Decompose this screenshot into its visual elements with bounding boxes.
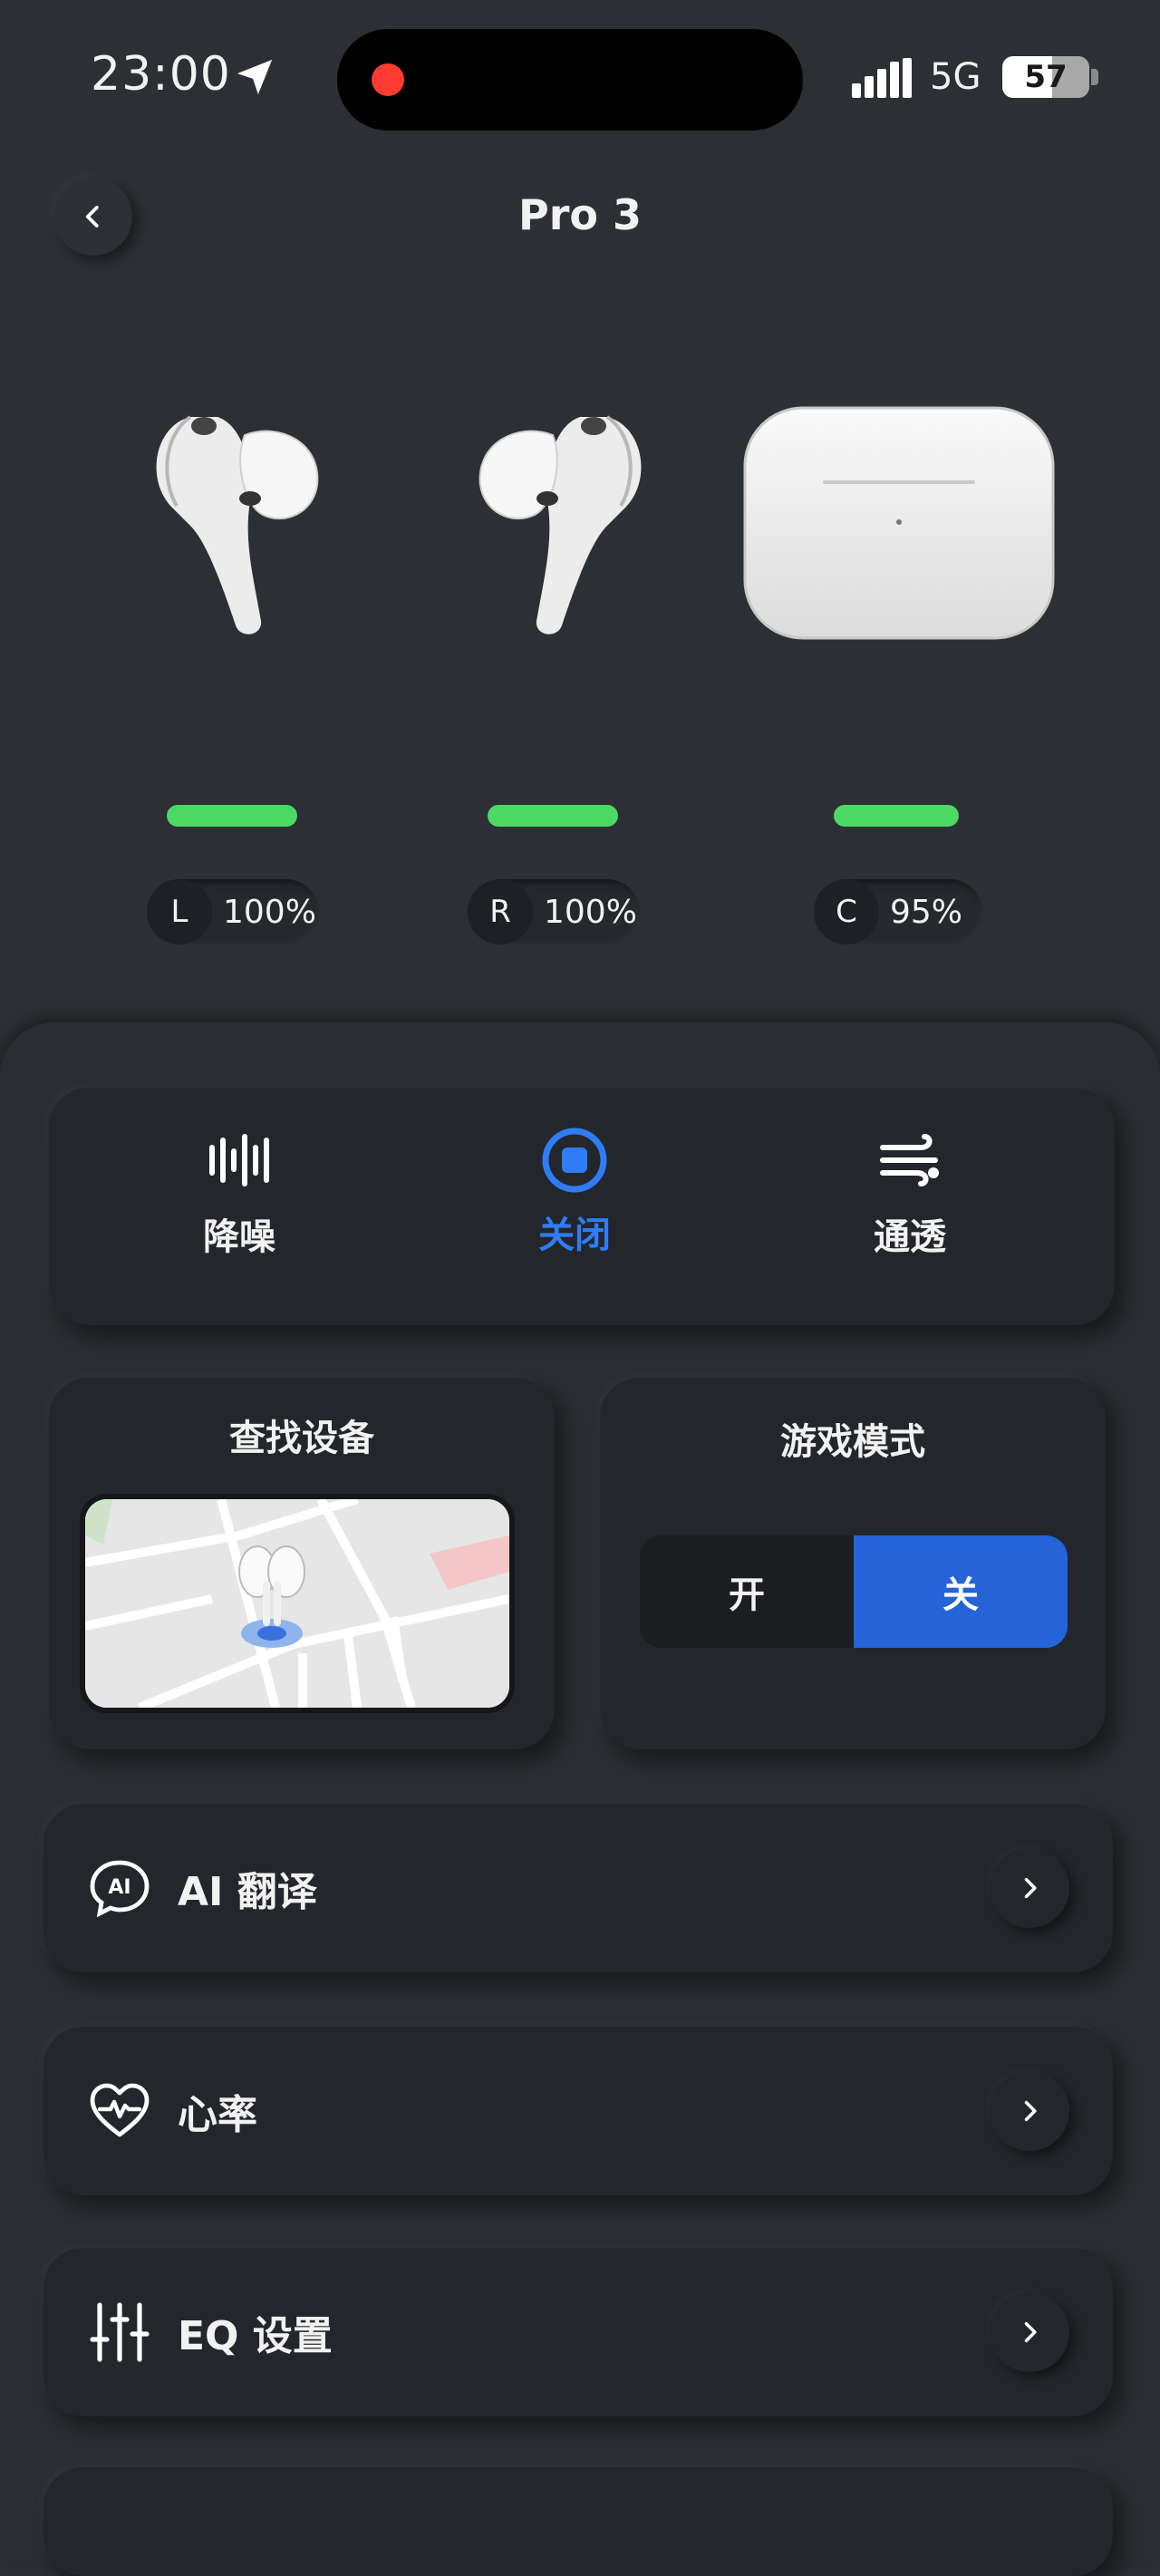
chevron-right-icon: [1024, 2100, 1037, 2122]
menu-row-label: AI 翻译: [178, 1869, 317, 1915]
wind-icon: [880, 1134, 939, 1186]
menu-row-label: 心率: [178, 2092, 257, 2138]
find-device-title: 查找设备: [229, 1418, 374, 1459]
location-arrow-icon: [237, 59, 273, 95]
map-image: [85, 1499, 509, 1708]
mode-label: 降噪: [203, 1216, 276, 1258]
page-title: Pro 3: [517, 190, 643, 239]
svg-text:AI: AI: [108, 1876, 130, 1899]
network-type: 5G: [930, 56, 981, 98]
right-tag: R: [468, 879, 533, 944]
chevron-right-button[interactable]: [990, 2071, 1069, 2151]
right-battery-bar: [488, 805, 618, 827]
recording-indicator: [372, 63, 404, 96]
case-battery-bar: [834, 805, 959, 827]
left-battery-percent: 100%: [223, 893, 316, 931]
case-battery-percent: 95%: [890, 893, 963, 931]
mode-off[interactable]: 关闭: [466, 1128, 683, 1258]
game-mode-on-button[interactable]: 开: [640, 1535, 854, 1648]
left-earbud-image: [156, 415, 319, 634]
status-time: 23:00: [91, 47, 231, 102]
find-device-map[interactable]: [80, 1494, 515, 1713]
battery-nub: [1091, 69, 1098, 85]
charging-case-image: [743, 406, 1055, 640]
menu-row-label: EQ 设置: [178, 2313, 333, 2359]
chevron-right-icon: [1024, 1877, 1037, 1899]
signal-icon: [852, 58, 912, 98]
battery-indicator: 57: [1002, 56, 1089, 98]
mode-label: 关闭: [538, 1215, 611, 1256]
heart-rate-icon: [90, 2083, 150, 2137]
battery-percent: 57: [1024, 59, 1068, 95]
chevron-right-button[interactable]: [990, 1848, 1069, 1928]
stop-icon: [542, 1128, 607, 1193]
case-tag: C: [814, 879, 879, 944]
menu-row-partial[interactable]: [44, 2467, 1113, 2576]
ai-chat-icon: AI: [90, 1860, 150, 1918]
chevron-right-button[interactable]: [990, 2292, 1069, 2372]
chevron-right-icon: [1024, 2321, 1037, 2343]
right-earbud-image: [478, 415, 642, 634]
mode-label: 通透: [874, 1216, 946, 1258]
right-battery-pill: R 100%: [468, 879, 640, 944]
left-battery-bar: [167, 805, 297, 827]
case-battery-pill: C 95%: [814, 879, 982, 944]
game-mode-title: 游戏模式: [780, 1421, 925, 1463]
left-tag: L: [147, 879, 212, 944]
menu-row-eq-settings[interactable]: EQ 设置: [44, 2248, 1113, 2416]
game-mode-off-button[interactable]: 关: [854, 1535, 1068, 1648]
mode-transparency[interactable]: 通透: [801, 1133, 1019, 1260]
left-battery-pill: L 100%: [147, 879, 319, 944]
menu-row-ai-translate[interactable]: AI AI 翻译: [44, 1804, 1113, 1972]
game-mode-toggle[interactable]: 开 关: [640, 1535, 1068, 1648]
menu-row-heart-rate[interactable]: 心率: [44, 2027, 1113, 2195]
right-battery-percent: 100%: [544, 893, 637, 931]
equalizer-icon: [90, 2302, 150, 2362]
noise-cancel-icon: [209, 1134, 269, 1186]
mode-noise-cancel[interactable]: 降噪: [130, 1133, 348, 1260]
dynamic-island: [337, 29, 803, 131]
